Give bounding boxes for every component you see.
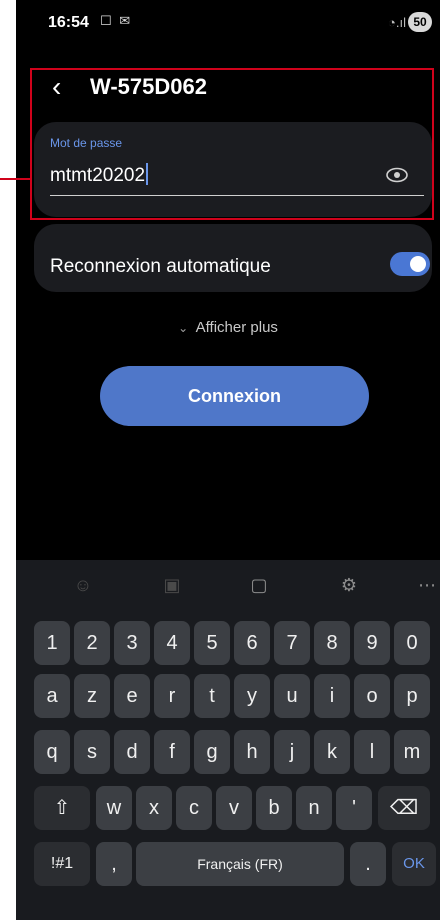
- key-9[interactable]: 9: [354, 621, 390, 665]
- key-g[interactable]: g: [194, 730, 230, 774]
- period-key[interactable]: .: [350, 842, 386, 886]
- key-2[interactable]: 2: [74, 621, 110, 665]
- annotation-line: [0, 178, 30, 180]
- key-t[interactable]: t: [194, 674, 230, 718]
- key-v[interactable]: v: [216, 786, 252, 830]
- key-y[interactable]: y: [234, 674, 270, 718]
- key-h[interactable]: h: [234, 730, 270, 774]
- wifi-signal-icon: ◔.ıl: [388, 15, 406, 30]
- key-b[interactable]: b: [256, 786, 292, 830]
- clipboard-icon[interactable]: ▢: [244, 575, 274, 599]
- key-d[interactable]: d: [114, 730, 150, 774]
- symbols-key[interactable]: !#1: [34, 842, 90, 886]
- key-1[interactable]: 1: [34, 621, 70, 665]
- key-l[interactable]: l: [354, 730, 390, 774]
- key-8[interactable]: 8: [314, 621, 350, 665]
- key-k[interactable]: k: [314, 730, 350, 774]
- space-key[interactable]: Français (FR): [136, 842, 344, 886]
- key-w[interactable]: w: [96, 786, 132, 830]
- key-u[interactable]: u: [274, 674, 310, 718]
- key-i[interactable]: i: [314, 674, 350, 718]
- show-more-label: Afficher plus: [195, 319, 278, 336]
- battery-icon: 50: [408, 12, 432, 32]
- toggle-knob: [410, 256, 426, 272]
- key-o[interactable]: o: [354, 674, 390, 718]
- shift-icon[interactable]: ⇧: [34, 786, 90, 830]
- key-7[interactable]: 7: [274, 621, 310, 665]
- more-icon[interactable]: ⋯: [412, 575, 440, 599]
- key-apostrophe[interactable]: ': [336, 786, 372, 830]
- settings-icon[interactable]: ⚙: [334, 575, 364, 599]
- key-x[interactable]: x: [136, 786, 172, 830]
- ok-key[interactable]: OK: [392, 842, 436, 886]
- key-q[interactable]: q: [34, 730, 70, 774]
- emoji-icon[interactable]: ☺: [68, 575, 98, 599]
- highlight-box: [30, 68, 434, 220]
- key-3[interactable]: 3: [114, 621, 150, 665]
- key-0[interactable]: 0: [394, 621, 430, 665]
- notification-icons: ☐ ✉: [100, 13, 133, 28]
- key-c[interactable]: c: [176, 786, 212, 830]
- chevron-down-icon: ⌄: [178, 321, 189, 335]
- key-6[interactable]: 6: [234, 621, 270, 665]
- key-m[interactable]: m: [394, 730, 430, 774]
- key-4[interactable]: 4: [154, 621, 190, 665]
- key-z[interactable]: z: [74, 674, 110, 718]
- key-f[interactable]: f: [154, 730, 190, 774]
- key-n[interactable]: n: [296, 786, 332, 830]
- key-e[interactable]: e: [114, 674, 150, 718]
- connect-button[interactable]: Connexion: [100, 366, 369, 426]
- show-more-link[interactable]: ⌄ Afficher plus: [16, 319, 440, 336]
- key-5[interactable]: 5: [194, 621, 230, 665]
- key-j[interactable]: j: [274, 730, 310, 774]
- backspace-icon[interactable]: ⌫: [378, 786, 430, 830]
- sticker-icon[interactable]: ▣: [157, 575, 187, 599]
- auto-reconnect-toggle[interactable]: [390, 252, 430, 276]
- key-p[interactable]: p: [394, 674, 430, 718]
- comma-key[interactable]: ,: [96, 842, 132, 886]
- key-r[interactable]: r: [154, 674, 190, 718]
- status-bar: 16:54 ☐ ✉ ◔.ıl 50: [16, 0, 440, 44]
- auto-reconnect-label: Reconnexion automatique: [50, 256, 271, 277]
- status-time: 16:54: [48, 14, 89, 31]
- key-a[interactable]: a: [34, 674, 70, 718]
- key-s[interactable]: s: [74, 730, 110, 774]
